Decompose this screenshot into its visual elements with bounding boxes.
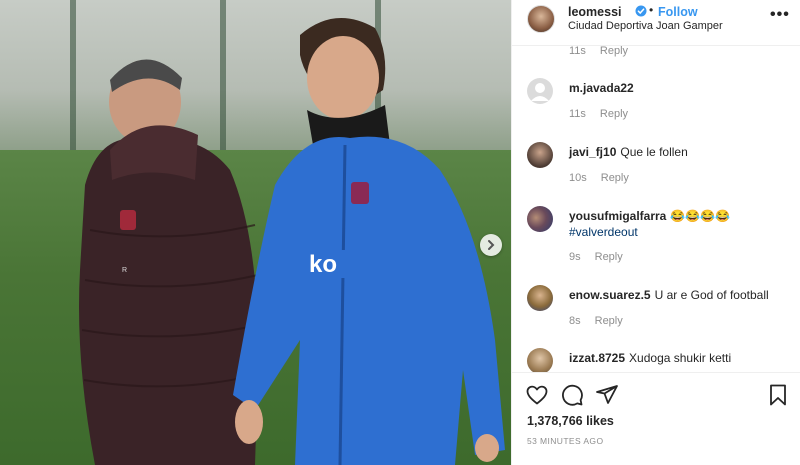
share-icon[interactable]: [595, 383, 619, 407]
comment-avatar[interactable]: [527, 78, 553, 104]
chevron-right-icon: [488, 240, 495, 250]
header-separator: •: [649, 3, 654, 17]
comment-avatar[interactable]: [527, 206, 553, 232]
comment-icon[interactable]: [560, 383, 584, 407]
comment-avatar[interactable]: [527, 285, 553, 311]
comment-time: 11s: [569, 108, 586, 120]
comment-username[interactable]: yousufmigalfarra: [569, 209, 666, 223]
post-side-panel: leomessi • Follow Ciudad Deportiva Joan …: [511, 0, 800, 465]
author-username[interactable]: leomessi: [568, 5, 622, 19]
comment-avatar[interactable]: [527, 142, 553, 168]
post-timestamp[interactable]: 53 MINUTES AGO: [527, 436, 603, 446]
follow-button[interactable]: Follow: [658, 5, 698, 19]
comment-username[interactable]: m.javada22: [569, 81, 634, 95]
likes-count[interactable]: 1,378,766 likes: [527, 414, 614, 428]
comment-time: 8s: [569, 315, 581, 327]
comment-username[interactable]: izzat.8725: [569, 351, 625, 365]
comment-hashtag[interactable]: #valverdeout: [569, 224, 789, 240]
reply-button[interactable]: Reply: [595, 315, 623, 327]
comment-meta: 9s Reply: [569, 251, 637, 263]
comment-avatar[interactable]: [527, 348, 553, 372]
reply-button[interactable]: Reply: [600, 46, 628, 57]
post-header: leomessi • Follow Ciudad Deportiva Joan …: [512, 0, 800, 46]
svg-text:R: R: [122, 267, 127, 274]
default-avatar-icon: [531, 83, 549, 101]
comment-time: 9s: [569, 251, 581, 263]
post-actions: 1,378,766 likes 53 MINUTES AGO: [512, 372, 800, 465]
comment-text: izzat.8725 Xudoga shukir ketti: [569, 351, 732, 365]
author-avatar[interactable]: [527, 5, 555, 33]
post-location[interactable]: Ciudad Deportiva Joan Gamper: [568, 20, 723, 32]
comment-username[interactable]: enow.suarez.5: [569, 288, 651, 302]
comment-meta: 10s Reply: [569, 172, 643, 184]
reply-button[interactable]: Reply: [595, 251, 623, 263]
post-photo: R ko: [0, 0, 511, 465]
bookmark-icon[interactable]: [766, 383, 790, 407]
reply-button[interactable]: Reply: [601, 172, 629, 184]
reply-button[interactable]: Reply: [600, 108, 628, 120]
comment-meta: 11s Reply: [569, 108, 642, 120]
more-options-icon[interactable]: •••: [770, 6, 790, 24]
heart-icon[interactable]: [525, 383, 549, 407]
comment-meta: 11s Reply: [569, 46, 642, 57]
comment-text: javi_fj10 Que le follen: [569, 145, 688, 159]
verified-badge-icon: [635, 5, 647, 17]
comment-time: 11s: [569, 46, 586, 57]
svg-text:ko: ko: [309, 251, 337, 278]
comment-text: m.javada22: [569, 80, 789, 96]
comment-text: enow.suarez.5 U ar e God of football: [569, 288, 769, 302]
comments-list: 11s Reply m.javada22 11s Reply javi_fj10 Qu…: [512, 46, 800, 372]
comment-time: 10s: [569, 172, 587, 184]
comment-username[interactable]: javi_fj10: [569, 145, 616, 159]
carousel-next-button[interactable]: [480, 234, 502, 256]
comment-meta: 8s Reply: [569, 315, 637, 327]
photo-person-right: ko: [233, 18, 505, 465]
comment-text: yousufmigalfarra 😂😂😂😂 #valverdeout: [569, 208, 789, 240]
